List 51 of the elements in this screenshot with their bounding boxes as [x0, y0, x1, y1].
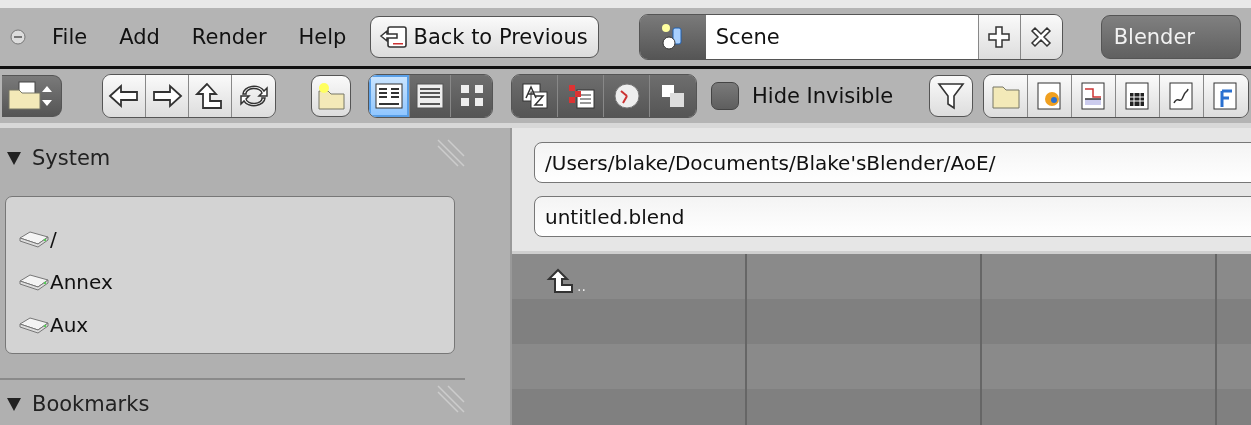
image-filter-button[interactable] [1072, 75, 1117, 117]
volume-item[interactable]: / [6, 217, 454, 260]
hide-invisible-label: Hide Invisible [752, 84, 894, 108]
refresh-button[interactable] [232, 75, 275, 117]
filter-icon [936, 80, 967, 112]
back-button[interactable] [103, 75, 146, 117]
disclosure-triangle-icon [6, 396, 22, 412]
back-to-previous-button[interactable]: Back to Previous [370, 16, 599, 58]
menu-item[interactable]: File [52, 25, 88, 49]
drag-grip-icon[interactable] [436, 138, 466, 168]
drive-icon [18, 271, 50, 292]
disclosure-triangle-icon [6, 150, 22, 166]
alphabet-sort-icon [519, 81, 550, 111]
blend-filter-button[interactable] [1028, 75, 1073, 117]
parent-directory-button[interactable] [189, 75, 232, 117]
filter-button[interactable] [929, 75, 974, 117]
parent-folder-icon [546, 268, 576, 294]
display-mode-button[interactable] [369, 75, 410, 117]
short-list-icon [374, 82, 404, 110]
movie-filter-button[interactable] [1116, 75, 1161, 117]
new-folder-button[interactable] [311, 75, 351, 117]
back-icon [379, 24, 410, 50]
long-list-icon [415, 82, 445, 110]
sort-by-type-button[interactable] [558, 75, 604, 117]
hide-invisible-checkbox[interactable] [711, 82, 739, 110]
panel-header[interactable]: System [0, 138, 466, 178]
menu-item[interactable]: Render [191, 25, 267, 49]
drive-icon [18, 314, 50, 335]
drag-grip-icon[interactable] [436, 384, 466, 414]
forward-button[interactable] [146, 75, 189, 117]
menu-item[interactable]: Help [298, 25, 347, 49]
volume-item[interactable]: Annex [6, 260, 454, 303]
font-filter-button[interactable] [1204, 75, 1249, 117]
collapse-icon[interactable] [10, 29, 26, 45]
display-mode-button[interactable] [451, 75, 492, 117]
file-name-field[interactable]: untitled.blend [534, 196, 1251, 237]
sort-by-name-button[interactable] [512, 75, 558, 117]
new-folder-icon [315, 81, 347, 111]
editor-type-dropdown[interactable] [2, 75, 62, 117]
render-engine-dropdown[interactable]: Blender [1100, 15, 1241, 59]
directory-path-field[interactable]: /Users/blake/Documents/Blake'sBlender/AoE/ [534, 142, 1251, 183]
menu-item[interactable]: Add [119, 25, 160, 49]
right-arrow-icon [150, 82, 184, 110]
sort-by-size-button[interactable] [650, 75, 696, 117]
panel-header[interactable]: Bookmarks [0, 384, 466, 424]
volume-item[interactable]: Aux [6, 303, 454, 346]
folder-filter-button[interactable] [984, 75, 1029, 117]
sort-by-time-button[interactable] [604, 75, 650, 117]
drive-icon [18, 228, 50, 249]
display-mode-button[interactable] [410, 75, 451, 117]
left-arrow-icon [107, 82, 141, 110]
